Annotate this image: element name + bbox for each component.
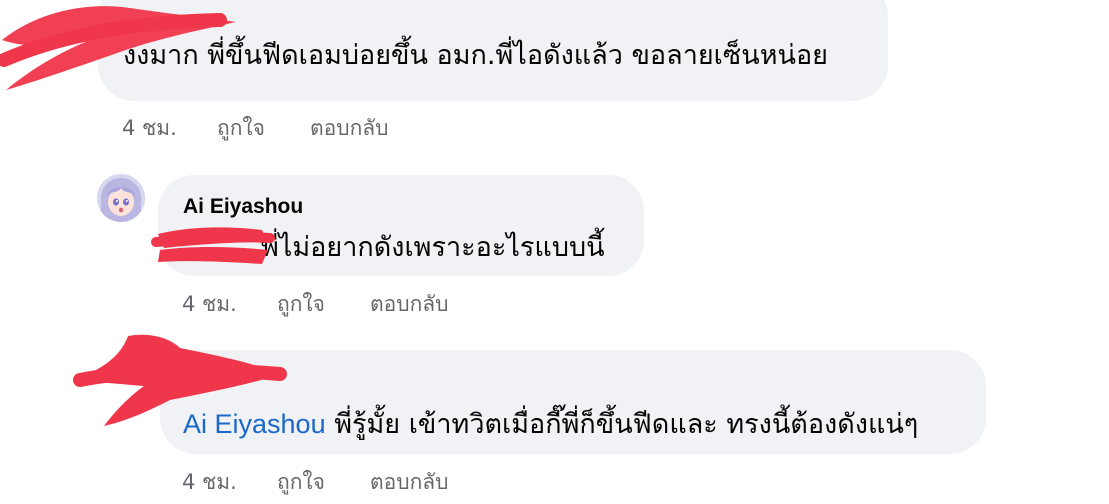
reply-button[interactable]: ตอบกลับ <box>370 472 449 493</box>
comment-bubble-3: Ai Eiyashou พี่รู้มั้ย เข้าทวิตเมื่อกี๊พ… <box>160 350 986 454</box>
comment-timestamp[interactable]: 4 ชม. <box>122 118 177 139</box>
avatar[interactable] <box>97 174 145 222</box>
comment-text: พี่ไม่อยากดังเพราะอะไรแบบนี้ <box>261 232 605 263</box>
reply-button[interactable]: ตอบกลับ <box>370 294 449 315</box>
anime-girl-avatar-icon <box>97 174 145 222</box>
comment-bubble-2: Ai Eiyashou พี่ไม่อยากดังเพราะอะไรแบบนี้ <box>158 175 644 276</box>
reply-button[interactable]: ตอบกลับ <box>310 118 389 139</box>
mention-link[interactable]: Ai Eiyashou <box>183 409 326 439</box>
comment-timestamp[interactable]: 4 ชม. <box>182 294 237 315</box>
comment-text-body: พี่รู้มั้ย เข้าทวิตเมื่อกี๊พี่ก็ขึ้นฟีดแ… <box>334 409 919 440</box>
comment-author[interactable]: Ai Eiyashou <box>183 195 303 219</box>
like-button[interactable]: ถูกใจ <box>277 294 325 315</box>
comment-text: Ai Eiyashou พี่รู้มั้ย เข้าทวิตเมื่อกี๊พ… <box>183 409 919 440</box>
like-button[interactable]: ถูกใจ <box>217 118 265 139</box>
comment-bubble-1: งงมาก พี่ขึ้นฟีดเอมบ่อยขึ้น อมก.พี่ไอดัง… <box>98 0 888 101</box>
comment-timestamp[interactable]: 4 ชม. <box>182 472 237 493</box>
like-button[interactable]: ถูกใจ <box>277 472 325 493</box>
comment-text: งงมาก พี่ขึ้นฟีดเอมบ่อยขึ้น อมก.พี่ไอดัง… <box>123 40 828 71</box>
